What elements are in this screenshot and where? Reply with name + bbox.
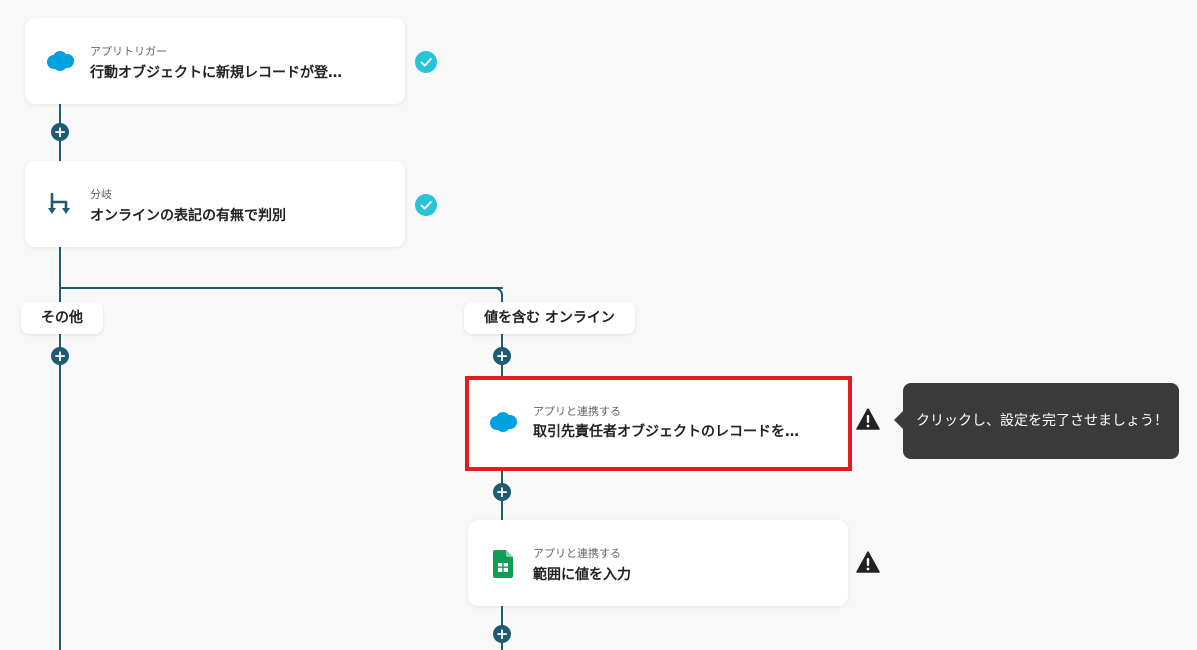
sheet-step-subtitle: アプリと連携する <box>533 547 621 560</box>
branch-label-other[interactable]: その他 <box>21 302 103 334</box>
branch-icon <box>47 191 73 221</box>
google-sheets-icon <box>493 550 513 582</box>
branch-label-contains[interactable]: 値を含む オンライン <box>464 302 635 334</box>
warning-icon <box>856 408 880 434</box>
add-step-button[interactable]: + <box>51 123 69 141</box>
sheet-step-title: 範囲に値を入力 <box>533 567 631 583</box>
branch-card[interactable]: 分岐 オンラインの表記の有無で判別 <box>25 161 405 247</box>
branch-subtitle: 分岐 <box>90 188 112 201</box>
trigger-card[interactable]: アプリトリガー 行動オブジェクトに新規レコードが登… <box>25 18 405 104</box>
connector-line <box>59 287 503 289</box>
add-step-button[interactable]: + <box>493 483 511 501</box>
salesforce-icon <box>45 50 75 76</box>
warning-icon <box>856 551 880 577</box>
branch-title: オンラインの表記の有無で判別 <box>90 208 286 224</box>
sheet-step-card[interactable]: アプリと連携する 範囲に値を入力 <box>468 520 848 606</box>
completed-check-icon <box>415 51 437 73</box>
trigger-title: 行動オブジェクトに新規レコードが登… <box>90 65 342 81</box>
completed-check-icon <box>415 194 437 216</box>
add-step-button[interactable]: + <box>493 347 511 365</box>
tooltip-text: クリックし、設定を完了させましょう！ <box>916 413 1168 429</box>
setup-tooltip: クリックし、設定を完了させましょう！ <box>894 383 1179 459</box>
add-step-button[interactable]: + <box>51 347 69 365</box>
add-step-button[interactable]: + <box>493 625 511 643</box>
trigger-subtitle: アプリトリガー <box>90 45 167 58</box>
highlight-frame <box>465 376 852 471</box>
